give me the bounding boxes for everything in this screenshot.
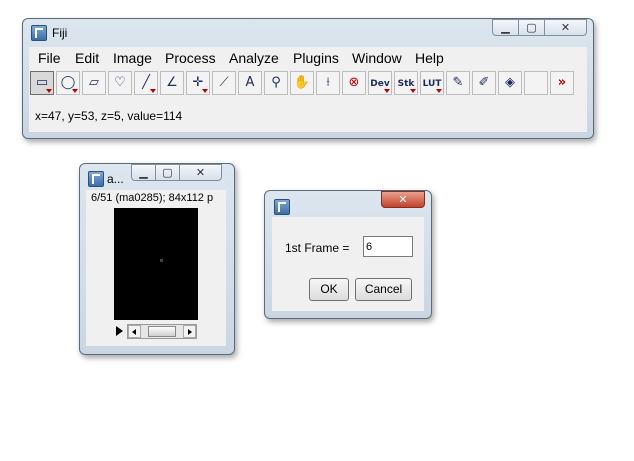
empty-tool-slot — [524, 71, 548, 95]
stk-tool-icon[interactable]: Stk — [394, 71, 418, 95]
close-icon: ✕ — [560, 21, 571, 34]
freehand-tool-icon[interactable]: ♡ — [108, 71, 132, 95]
ok-button[interactable]: OK — [309, 278, 349, 301]
wand-tool-icon[interactable]: ⟋ — [212, 71, 236, 95]
menu-bar: File Edit Image Process Analyze Plugins … — [29, 47, 587, 69]
scroll-thumb[interactable] — [148, 326, 176, 337]
first-frame-label: 1st Frame = — [285, 241, 350, 255]
dropper-tool-icon[interactable]: ⟊ — [316, 71, 340, 95]
dialog-content: 1st Frame = OK Cancel — [272, 217, 424, 311]
fiji-maximize-button[interactable]: ▢ — [518, 19, 545, 36]
menu-edit[interactable]: Edit — [75, 50, 99, 66]
scroll-right-button[interactable] — [183, 325, 196, 338]
play-animation-icon[interactable] — [116, 326, 123, 336]
fiji-titlebar[interactable]: Fiji ▁ ▢ ✕ — [23, 19, 593, 45]
image-window: a... ▁ ▢ ✕ 6/51 (ma0285); 84x112 p — [79, 163, 235, 355]
menu-plugins[interactable]: Plugins — [293, 50, 339, 66]
fiji-main-window: Fiji ▁ ▢ ✕ File Edit Image Process Analy… — [22, 18, 594, 139]
point-tool-icon[interactable]: ✛ — [186, 71, 210, 95]
arrow-left-icon — [132, 329, 136, 335]
slice-scrollbar[interactable] — [127, 324, 197, 339]
fiji-minimize-button[interactable]: ▁ — [492, 19, 519, 36]
dialog-titlebar[interactable]: ✕ — [265, 191, 431, 217]
stop-tool-icon[interactable]: ⊗ — [342, 71, 366, 95]
menu-window[interactable]: Window — [352, 50, 402, 66]
pencil-tool-icon[interactable]: ✎ — [446, 71, 470, 95]
status-text: x=47, y=53, z=5, value=114 — [35, 109, 183, 123]
scroll-left-button[interactable] — [128, 325, 141, 338]
image-window-app-icon — [88, 171, 104, 187]
hand-tool-icon[interactable]: ✋ — [290, 71, 314, 95]
maximize-icon: ▢ — [526, 21, 537, 34]
status-bar: x=47, y=53, z=5, value=114 — [29, 97, 587, 132]
menu-file[interactable]: File — [38, 50, 61, 66]
minimize-icon: ▁ — [501, 21, 510, 34]
menu-analyze[interactable]: Analyze — [229, 50, 279, 66]
lut-tool-icon[interactable]: LUT — [420, 71, 444, 95]
fiji-app-icon — [31, 25, 47, 41]
oval-tool-icon[interactable]: ◯ — [56, 71, 80, 95]
frame-dialog: ✕ 1st Frame = OK Cancel — [264, 190, 432, 319]
cancel-button[interactable]: Cancel — [355, 278, 412, 301]
line-tool-icon[interactable]: ╱ — [134, 71, 158, 95]
text-tool-icon[interactable]: A — [238, 71, 262, 95]
image-close-button[interactable]: ✕ — [179, 164, 222, 181]
image-window-content: 6/51 (ma0285); 84x112 p — [86, 190, 226, 346]
angle-tool-icon[interactable]: ∠ — [160, 71, 184, 95]
menu-image[interactable]: Image — [113, 50, 152, 66]
image-maximize-button[interactable]: ▢ — [155, 164, 180, 181]
menu-help[interactable]: Help — [415, 50, 444, 66]
image-minimize-button[interactable]: ▁ — [131, 164, 156, 181]
image-info-text: 6/51 (ma0285); 84x112 p — [91, 192, 214, 204]
first-frame-input[interactable] — [363, 236, 413, 257]
fiji-window-title: Fiji — [52, 26, 68, 40]
polygon-tool-icon[interactable]: ▱ — [82, 71, 106, 95]
flood-fill-tool-icon[interactable]: ◈ — [498, 71, 522, 95]
magnifier-tool-icon[interactable]: ⚲ — [264, 71, 288, 95]
close-icon: ✕ — [195, 166, 206, 179]
image-window-title: a... — [107, 172, 124, 186]
rectangle-tool-icon[interactable]: ▭ — [30, 71, 54, 95]
image-canvas[interactable] — [114, 208, 198, 320]
image-bright-spot — [160, 259, 163, 262]
dev-tool-icon[interactable]: Dev — [368, 71, 392, 95]
menu-process[interactable]: Process — [165, 50, 216, 66]
dialog-close-button[interactable]: ✕ — [381, 191, 425, 208]
fiji-close-button[interactable]: ✕ — [544, 19, 587, 36]
minimize-icon: ▁ — [139, 166, 148, 179]
tool-bar: ▭ ◯ ▱ ♡ ╱ ∠ ✛ ⟋ A ⚲ ✋ ⟊ ⊗ Dev Stk LUT ✎ ✐ ◈ » — [29, 69, 587, 97]
more-tools-icon[interactable]: » — [550, 71, 574, 95]
image-window-titlebar[interactable]: a... ▁ ▢ ✕ — [80, 164, 234, 190]
close-icon: ✕ — [398, 193, 408, 206]
brush-tool-icon[interactable]: ✐ — [472, 71, 496, 95]
dialog-app-icon — [274, 199, 290, 215]
arrow-right-icon — [188, 329, 192, 335]
maximize-icon: ▢ — [162, 166, 173, 179]
